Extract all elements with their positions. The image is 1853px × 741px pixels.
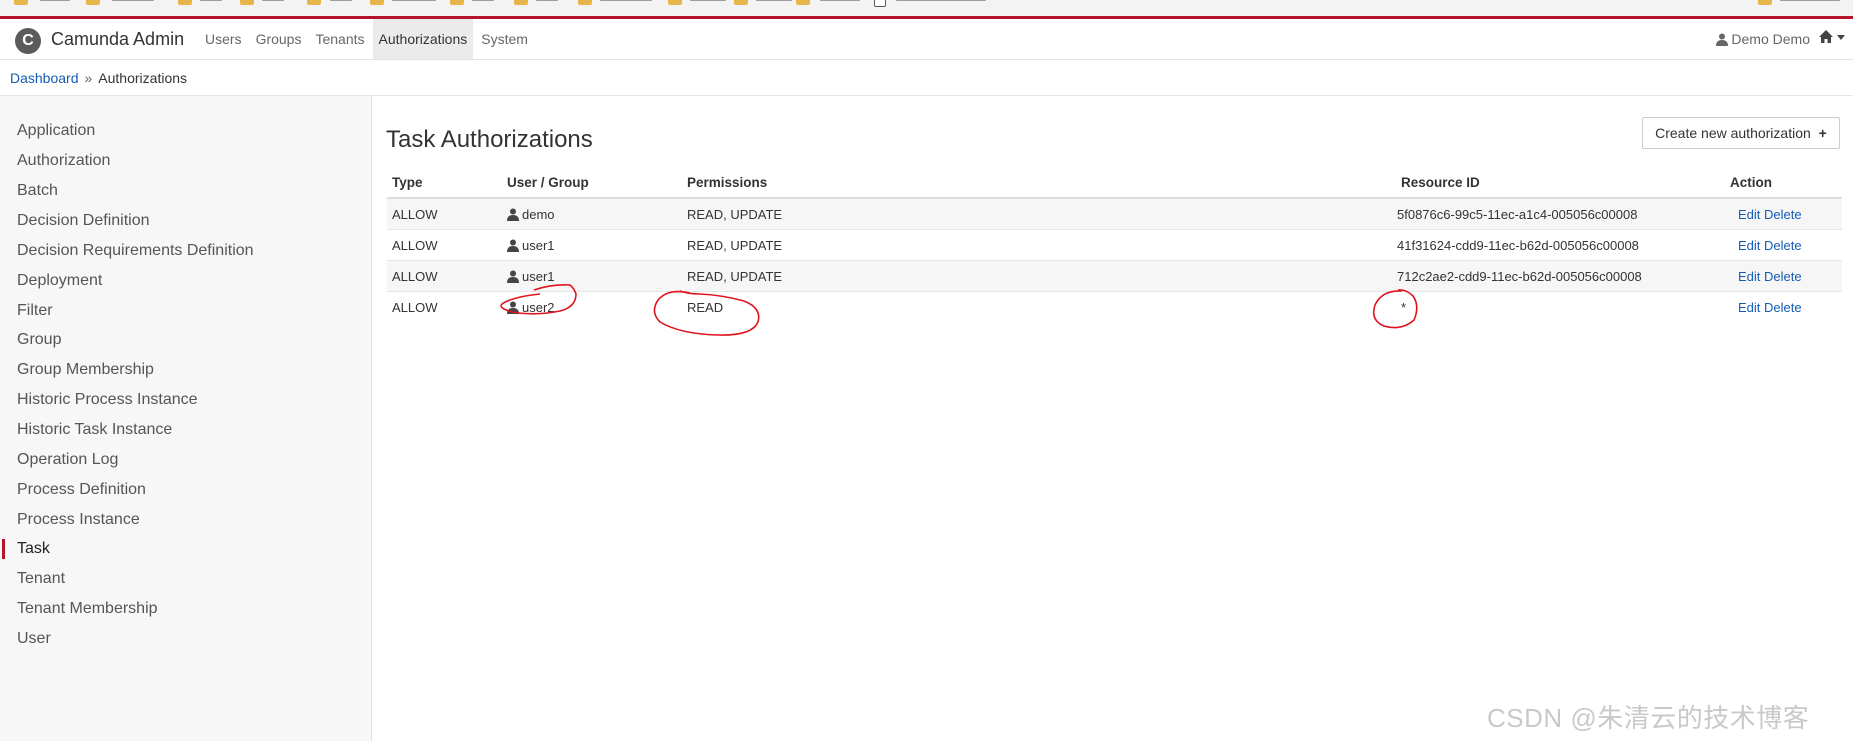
watermark: CSDN @朱清云的技术博客 bbox=[1487, 703, 1810, 733]
annotation-circle-user2 bbox=[500, 284, 577, 315]
annotation-overlay bbox=[500, 284, 1418, 336]
annotation-circle-read bbox=[653, 290, 760, 336]
annotation-circle-resource bbox=[1372, 289, 1418, 329]
